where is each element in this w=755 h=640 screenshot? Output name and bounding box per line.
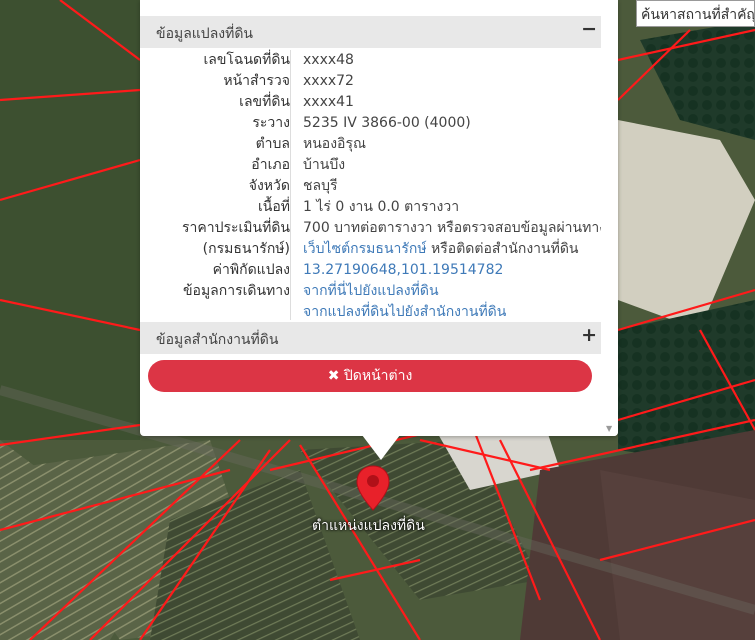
row-label: หน้าสำรวจ	[223, 73, 290, 89]
row-directions: ข้อมูลการเดินทาง จากที่นี่ไปยังแปลงที่ดิ…	[140, 281, 601, 302]
row-appraisal-price: ราคาประเมินที่ดิน 700 บาทต่อตารางวา หรือ…	[140, 218, 606, 239]
row-directions-office: จากแปลงที่ดินไปยังสำนักงานที่ดิน	[140, 302, 601, 323]
row-coordinates: ค่าพิกัดแปลง 13.27190648,101.19514782	[140, 260, 601, 281]
row-value: xxxx72	[303, 73, 354, 89]
row-province: จังหวัด ชลบุรี	[140, 176, 601, 197]
row-district: อำเภอ บ้านบึง	[140, 155, 601, 176]
row-value: 1 ไร่ 0 งาน 0.0 ตารางวา	[303, 199, 460, 215]
row-area: เนื้อที่ 1 ไร่ 0 งาน 0.0 ตารางวา	[140, 197, 601, 218]
land-section-header[interactable]: ข้อมูลแปลงที่ดิน −	[140, 16, 601, 48]
office-section-header[interactable]: ข้อมูลสำนักงานที่ดิน +	[140, 322, 601, 354]
row-label: เลขโฉนดที่ดิน	[203, 52, 290, 68]
row-label: จังหวัด	[248, 178, 290, 194]
row-value: ชลบุรี	[303, 178, 338, 194]
row-subdistrict: ตำบล หนองอิรุณ	[140, 134, 601, 155]
land-info-popup: ข้อมูลแปลงที่ดิน − เลขโฉนดที่ดิน xxxx48 …	[140, 0, 618, 436]
map-marker-icon[interactable]	[356, 465, 390, 511]
marker-label: ตำแหน่งแปลงที่ดิน	[312, 518, 425, 534]
row-land-number: เลขที่ดิน xxxx41	[140, 92, 601, 113]
popup-pointer	[362, 435, 400, 460]
row-label: ระวาง	[252, 115, 290, 131]
land-section-title: ข้อมูลแปลงที่ดิน	[156, 26, 254, 42]
collapse-icon[interactable]: −	[581, 18, 597, 40]
row-survey-page: หน้าสำรวจ xxxx72	[140, 71, 601, 92]
close-icon: ✖	[327, 368, 340, 384]
close-window-button[interactable]: ✖ ปิดหน้าต่าง	[148, 360, 592, 392]
row-appraisal-source: (กรมธนารักษ์) เว็บไซต์กรมธนารักษ์ หรือติ…	[140, 239, 601, 260]
scroll-down-icon[interactable]: ▼	[606, 424, 612, 433]
row-deed-number: เลขโฉนดที่ดิน xxxx48	[140, 50, 601, 71]
appraisal-suffix: หรือติดต่อสำนักงานที่ดิน	[426, 241, 579, 257]
row-value: xxxx48	[303, 52, 354, 68]
row-label: ข้อมูลการเดินทาง	[182, 283, 290, 299]
close-button-label: ปิดหน้าต่าง	[343, 368, 413, 384]
row-value: เว็บไซต์กรมธนารักษ์ หรือติดต่อสำนักงานที…	[303, 239, 579, 260]
row-label: ตำบล	[255, 136, 290, 152]
row-label: เลขที่ดิน	[239, 94, 290, 110]
expand-icon[interactable]: +	[581, 324, 597, 346]
row-label: ราคาประเมินที่ดิน	[181, 220, 290, 236]
row-value: xxxx41	[303, 94, 354, 110]
row-label: เนื้อที่	[258, 199, 290, 215]
office-section-title: ข้อมูลสำนักงานที่ดิน	[156, 332, 279, 348]
row-value: บ้านบึง	[303, 157, 346, 173]
row-label: ค่าพิกัดแปลง	[212, 262, 290, 278]
directions-to-office-link[interactable]: จากแปลงที่ดินไปยังสำนักงานที่ดิน	[303, 302, 506, 323]
row-value: 700 บาทต่อตารางวา หรือตรวจสอบข้อมูลผ่านท…	[303, 220, 607, 236]
row-map-sheet: ระวาง 5235 IV 3866-00 (4000)	[140, 113, 601, 134]
coordinates-link[interactable]: 13.27190648,101.19514782	[303, 260, 503, 281]
popup-scrollbar[interactable]: ▼	[601, 0, 618, 436]
directions-to-parcel-link[interactable]: จากที่นี่ไปยังแปลงที่ดิน	[303, 281, 439, 302]
row-label: (กรมธนารักษ์)	[202, 241, 290, 257]
row-value: 5235 IV 3866-00 (4000)	[303, 115, 471, 131]
search-input[interactable]: ค้นหาสถานที่สำคัญ	[636, 0, 755, 27]
row-label: อำเภอ	[251, 157, 290, 173]
treasury-website-link[interactable]: เว็บไซต์กรมธนารักษ์	[303, 241, 427, 257]
row-value: หนองอิรุณ	[303, 136, 366, 152]
